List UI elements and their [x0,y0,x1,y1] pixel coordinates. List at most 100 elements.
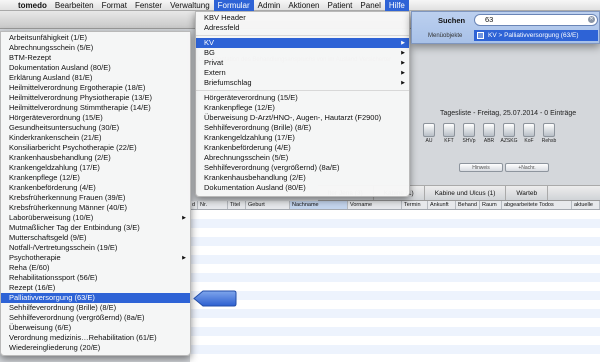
submenu-arrow-icon: ▶ [401,60,405,66]
toolbar-button-abr[interactable]: ABR [480,123,498,149]
submenu-arrow-icon: ▶ [401,50,405,56]
toolbar-button-kof[interactable]: KoF [520,123,538,149]
column-header[interactable]: Raum [480,201,502,209]
column-header[interactable]: Nr. [198,201,228,209]
kv-item[interactable]: Krankengeldzahlung (17/E) [1,163,190,173]
kv-item[interactable]: Überweisung (6/E) [1,323,190,333]
column-header[interactable]: d [190,201,198,209]
menu-item-privat[interactable]: Privat ▶ [196,58,409,68]
column-header-sorted[interactable]: Nachname [290,201,348,209]
submenu-arrow-icon: ▶ [401,80,405,86]
menu-item-kbv-header[interactable]: KBV Header [196,13,409,23]
kv-item[interactable]: Rezept (16/E) [1,283,190,293]
menu-item-form[interactable]: Krankengeldzahlung (17/E) [196,133,409,143]
menu-item-form[interactable]: Krankenbeförderung (4/E) [196,143,409,153]
submenu-arrow-icon: ▶ [401,70,405,76]
menu-bar: tomedo Bearbeiten Format Fenster Verwalt… [0,0,600,11]
toolbar-button-rehsb[interactable]: Rehsb [540,123,558,149]
column-header[interactable]: abgearbeitete Todos [502,201,572,209]
menu-bearbeiten[interactable]: Bearbeiten [51,0,98,11]
kv-item[interactable]: Hörgeräteverordnung (15/E) [1,113,190,123]
menu-patient[interactable]: Patient [324,0,357,11]
kv-item[interactable]: Heilmittelverordnung Physiotherapie (13/… [1,93,190,103]
menu-format[interactable]: Format [98,0,131,11]
kv-item[interactable]: Verordnung medizinis…Rehabilitation (61/… [1,333,190,343]
form-icon [443,123,455,137]
hinweis-button[interactable]: Hinweis [459,163,503,172]
menu-aktionen[interactable]: Aktionen [284,0,323,11]
column-header[interactable]: Termin [402,201,428,209]
form-icon [483,123,495,137]
room-tab[interactable]: Warteb [506,186,549,200]
menu-item-icon [477,32,484,39]
menu-item-form[interactable]: Sehhilfeverordnung (Brille) (8/E) [196,123,409,133]
menu-item-kv[interactable]: KV ▶ [196,38,409,48]
column-header[interactable]: Vorname [348,201,402,209]
kv-item[interactable]: Sehhilfeverordnung (Brille) (8/E) [1,303,190,313]
help-search-input[interactable]: 63 [474,14,598,26]
kv-item[interactable]: Konsiliarbericht Psychotherapie (22/E) [1,143,190,153]
kv-item[interactable]: Wiedereingliederung (20/E) [1,343,190,353]
column-header[interactable]: Behand [456,201,480,209]
toolbar-button-au[interactable]: AU [420,123,438,149]
add-message-button[interactable]: +Nachr. [505,163,549,172]
kv-item[interactable]: Dokumentation Ausland (80/E) [1,63,190,73]
column-header[interactable]: Geburt [246,201,290,209]
menu-panel[interactable]: Panel [356,0,384,11]
kv-item[interactable]: Rehabilitationssport (56/E) [1,273,190,283]
clear-search-icon[interactable]: ✕ [588,16,595,23]
help-search-panel: Suchen 63 ✕ Menüobjekte KV > Palliativve… [411,11,600,44]
kv-item[interactable]: Erklärung Ausland (81/E) [1,73,190,83]
kv-item[interactable]: BTM-Rezept [1,53,190,63]
kv-item[interactable]: Arbeitsunfähigkeit (1/E) [1,33,190,43]
menu-item-form[interactable]: Krankenhausbehandlung (2/E) [196,173,409,183]
toolbar-button-kft[interactable]: KFT [440,123,458,149]
kv-item[interactable]: Krebsfrüherkennung Frauen (39/E) [1,193,190,203]
kv-item[interactable]: Krankenhausbehandlung (2/E) [1,153,190,163]
search-result-item[interactable]: KV > Palliativversorgung (63/E) [474,30,598,41]
kv-item[interactable]: Heilmittelverordnung Stimmtherapie (14/E… [1,103,190,113]
kv-item[interactable]: Reha (E/60) [1,263,190,273]
menu-hilfe[interactable]: Hilfe [384,0,409,11]
room-tab[interactable]: Kabine und Ulcus (1) [425,186,507,200]
menu-item-form[interactable]: Krankenpflege (12/E) [196,103,409,113]
kv-item[interactable]: Abrechnungsschein (5/E) [1,43,190,53]
column-header[interactable]: Ankunft [428,201,456,209]
menu-item-form[interactable]: Sehhilfeverordnung (vergrößernd) (8a/E) [196,163,409,173]
menu-fenster[interactable]: Fenster [131,0,166,11]
search-label: Suchen [438,16,466,25]
kv-item-psychotherapie[interactable]: Psychotherapie ▶ [1,253,190,263]
menu-item-form[interactable]: Hörgeräteverordnung (15/E) [196,93,409,103]
menu-item-adressfeld[interactable]: Adressfeld [196,23,409,33]
kv-item[interactable]: Heilmittelverordnung Ergotherapie (18/E) [1,83,190,93]
kv-item[interactable]: Sehhilfeverordnung (vergrößernd) (8a/E) [1,313,190,323]
kv-item[interactable]: Krebsfrüherkennung Männer (40/E) [1,203,190,213]
toolbar-button-shvp[interactable]: SHVp [460,123,478,149]
kv-item[interactable]: Gesundheitsuntersuchung (30/E) [1,123,190,133]
menu-item-extern[interactable]: Extern ▶ [196,68,409,78]
menu-formular[interactable]: Formular [213,0,254,11]
kv-item-laborueberweisung[interactable]: Laborüberweisung (10/E) ▶ [1,213,190,223]
menu-item-form[interactable]: Abrechnungsschein (5/E) [196,153,409,163]
kv-item[interactable]: Mutterschaftsgeld (9/E) [1,233,190,243]
column-header[interactable]: aktuelle [572,201,600,209]
menu-verwaltung[interactable]: Verwaltung [166,0,214,11]
toolbar-button-azskg[interactable]: AZSKG [500,123,518,149]
menu-item-form[interactable]: Dokumentation Ausland (80/E) [196,183,409,193]
form-icon [423,123,435,137]
column-header[interactable]: Titel [228,201,246,209]
kv-item[interactable]: Notfall-/Vertretungsschein (19/E) [1,243,190,253]
kv-item[interactable]: Krankenbeförderung (4/E) [1,183,190,193]
form-icon [543,123,555,137]
menu-item-briefumschlag[interactable]: Briefumschlag ▶ [196,78,409,88]
menu-item-form[interactable]: Überweisung D-Arzt/HNO-, Augen-, Hautarz… [196,113,409,123]
menu-admin[interactable]: Admin [254,0,285,11]
kv-item[interactable]: Mutmaßlicher Tag der Entbindung (3/E) [1,223,190,233]
submenu-arrow-icon: ▶ [182,215,186,221]
menu-item-bg[interactable]: BG ▶ [196,48,409,58]
patient-table: d Nr. Titel Geburt Nachname Vorname Term… [190,201,600,362]
kv-item[interactable]: Krankenpflege (12/E) [1,173,190,183]
kv-item-palliativversorgung[interactable]: Palliativversorgung (63/E) [1,293,190,303]
menu-tomedo[interactable]: tomedo [14,0,51,11]
kv-item[interactable]: Kinderkrankenschein (21/E) [1,133,190,143]
